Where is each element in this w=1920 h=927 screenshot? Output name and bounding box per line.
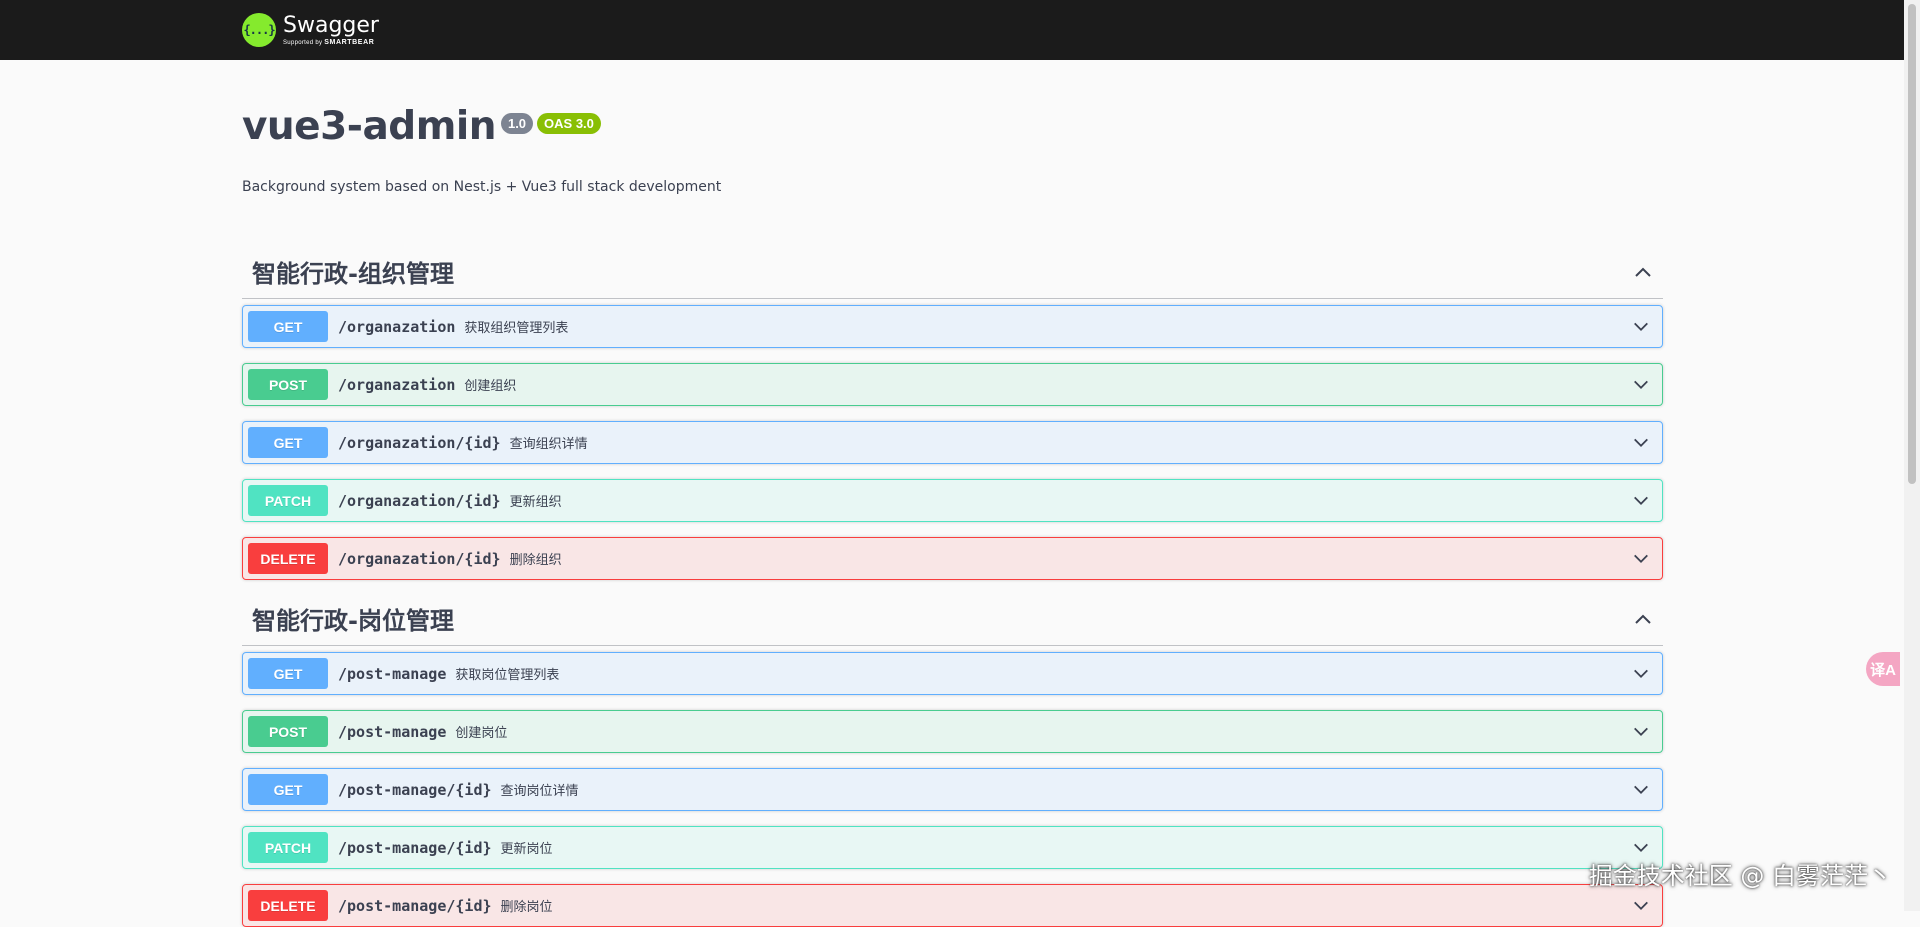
operation-path: /post-manage/{id}	[338, 896, 492, 915]
operation-path: /post-manage	[338, 664, 447, 683]
logo-sub-prefix: Supported by	[283, 39, 323, 46]
operation-summary: 删除组织	[509, 553, 562, 568]
operation-path: /organazation/{id}	[338, 491, 501, 510]
chevron-down-icon[interactable]	[1632, 376, 1650, 394]
chevron-down-icon[interactable]	[1632, 318, 1650, 336]
operation-summary: 更新组织	[509, 495, 562, 510]
vertical-scrollbar[interactable]	[1904, 0, 1920, 911]
operation-post-organazation[interactable]: POST /organazation 创建组织	[242, 363, 1663, 406]
tag-name: 智能行政-组织管理	[252, 260, 454, 288]
operation-get-organazation-id[interactable]: GET /organazation/{id} 查询组织详情	[242, 421, 1663, 464]
operation-summary: 查询岗位详情	[500, 784, 579, 799]
operation-path: /post-manage/{id}	[338, 780, 492, 799]
api-info: vue3-admin 1.0 OAS 3.0 Background system…	[242, 104, 721, 195]
method-badge: GET	[248, 658, 328, 689]
chevron-down-icon[interactable]	[1632, 839, 1650, 857]
logo-sub-brand: SMARTBEAR	[324, 38, 375, 46]
operation-summary: 创建组织	[464, 379, 517, 394]
method-badge: POST	[248, 369, 328, 400]
version-badge: 1.0	[500, 113, 534, 134]
operation-get-organazation[interactable]: GET /organazation 获取组织管理列表	[242, 305, 1663, 348]
chevron-down-icon[interactable]	[1632, 781, 1650, 799]
method-badge: GET	[248, 311, 328, 342]
method-badge: DELETE	[248, 890, 328, 921]
method-badge: PATCH	[248, 832, 328, 863]
tag-header[interactable]: 智能行政-组织管理	[242, 245, 1663, 299]
operation-path: /organazation	[338, 375, 456, 394]
chevron-up-icon[interactable]	[1633, 609, 1653, 629]
operation-get-post-manage[interactable]: GET /post-manage 获取岗位管理列表	[242, 652, 1663, 695]
tag-header[interactable]: 智能行政-岗位管理	[242, 592, 1663, 646]
operation-path: /organazation/{id}	[338, 433, 501, 452]
chevron-down-icon[interactable]	[1632, 723, 1650, 741]
logo-name: Swagger	[283, 12, 379, 38]
operation-post-post-manage[interactable]: POST /post-manage 创建岗位	[242, 710, 1663, 753]
method-badge: GET	[248, 774, 328, 805]
chevron-down-icon[interactable]	[1632, 492, 1650, 510]
top-bar: {...} Swagger Supported by SMARTBEAR	[0, 0, 1904, 60]
operation-path: /organazation	[338, 317, 456, 336]
chevron-down-icon[interactable]	[1632, 434, 1650, 452]
operation-patch-post-manage-id[interactable]: PATCH /post-manage/{id} 更新岗位	[242, 826, 1663, 869]
operation-summary: 查询组织详情	[509, 437, 588, 452]
operation-patch-organazation-id[interactable]: PATCH /organazation/{id} 更新组织	[242, 479, 1663, 522]
operation-path: /organazation/{id}	[338, 549, 501, 568]
tag-name: 智能行政-岗位管理	[252, 607, 454, 635]
logo-text: Swagger Supported by SMARTBEAR	[283, 12, 379, 46]
operation-summary: 删除岗位	[500, 900, 553, 915]
chevron-up-icon[interactable]	[1633, 262, 1653, 282]
translate-icon[interactable]: 译A	[1866, 652, 1900, 686]
operation-get-post-manage-id[interactable]: GET /post-manage/{id} 查询岗位详情	[242, 768, 1663, 811]
watermark: 掘金技术社区 @ 白雾茫茫丶	[1588, 862, 1892, 890]
tag-section-post-manage: 智能行政-岗位管理 GET /post-manage 获取岗位管理列表 POST…	[242, 592, 1663, 927]
operation-summary: 获取岗位管理列表	[455, 668, 560, 683]
chevron-down-icon[interactable]	[1632, 665, 1650, 683]
method-badge: POST	[248, 716, 328, 747]
tag-section-organization: 智能行政-组织管理 GET /organazation 获取组织管理列表 POS…	[242, 245, 1663, 580]
swagger-logo[interactable]: {...} Swagger Supported by SMARTBEAR	[242, 10, 379, 50]
api-description: Background system based on Nest.js + Vue…	[242, 179, 722, 195]
operation-delete-post-manage-id[interactable]: DELETE /post-manage/{id} 删除岗位	[242, 884, 1663, 927]
operation-summary: 获取组织管理列表	[464, 321, 569, 336]
swagger-logo-icon: {...}	[242, 13, 276, 47]
operation-path: /post-manage	[338, 722, 447, 741]
method-badge: PATCH	[248, 485, 328, 516]
operation-delete-organazation-id[interactable]: DELETE /organazation/{id} 删除组织	[242, 537, 1663, 580]
method-badge: GET	[248, 427, 328, 458]
api-title: vue3-admin	[242, 104, 496, 149]
logo-subtitle: Supported by SMARTBEAR	[283, 39, 379, 46]
chevron-down-icon[interactable]	[1632, 897, 1650, 915]
chevron-down-icon[interactable]	[1632, 550, 1650, 568]
scrollbar-thumb[interactable]	[1908, 4, 1916, 484]
operation-summary: 更新岗位	[500, 842, 553, 857]
title-row: vue3-admin 1.0 OAS 3.0	[242, 104, 721, 149]
method-badge: DELETE	[248, 543, 328, 574]
operation-path: /post-manage/{id}	[338, 838, 492, 857]
oas-badge: OAS 3.0	[537, 113, 601, 134]
operation-summary: 创建岗位	[455, 726, 508, 741]
